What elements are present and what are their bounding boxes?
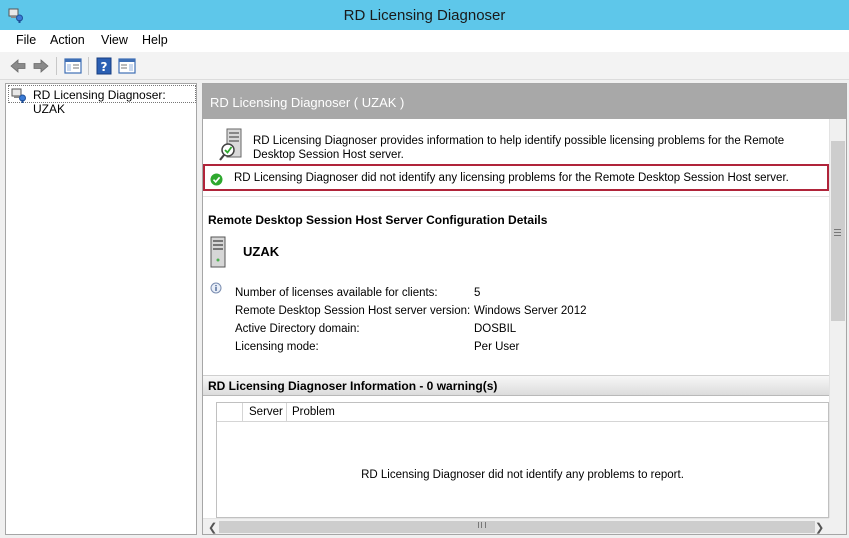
status-text: RD Licensing Diagnoser did not identify … [234, 172, 789, 184]
tree-item-root[interactable]: RD Licensing Diagnoser: UZAK [8, 85, 196, 116]
server-diagnostic-icon [219, 128, 242, 161]
tree-item-label: RD Licensing Diagnoser: UZAK [33, 88, 166, 116]
scroll-right-icon[interactable]: ❯ [815, 521, 824, 534]
list-header: Server Problem [217, 403, 828, 422]
menu-file[interactable]: File [16, 33, 36, 47]
pane-header: RD Licensing Diagnoser ( UZAK ) [203, 84, 846, 119]
scroll-left-icon[interactable]: ❮ [208, 521, 217, 534]
title-bar: RD Licensing Diagnoser [0, 0, 849, 30]
window-title: RD Licensing Diagnoser [343, 7, 506, 24]
menu-view[interactable]: View [101, 33, 128, 47]
server-name: UZAK [243, 244, 280, 259]
check-circle-icon [210, 173, 223, 186]
console-tree: RD Licensing Diagnoser: UZAK [5, 83, 197, 535]
divider [203, 196, 829, 197]
config-label: Licensing mode: [235, 341, 319, 353]
menu-action[interactable]: Action [50, 33, 85, 47]
forward-arrow-icon[interactable] [31, 56, 51, 76]
config-label: Number of licenses available for clients… [235, 287, 438, 299]
help-icon[interactable]: ? [94, 56, 114, 76]
config-value: 5 [474, 287, 481, 299]
intro-description: RD Licensing Diagnoser provides informat… [253, 135, 785, 161]
column-header-problem[interactable]: Problem [292, 406, 335, 418]
rd-licensing-icon [11, 88, 26, 103]
pane-header-title: RD Licensing Diagnoser ( UZAK ) [210, 95, 405, 110]
status-message: RD Licensing Diagnoser did not identify … [203, 164, 829, 191]
config-value: Per User [474, 341, 520, 353]
scrollbar-grip [834, 229, 841, 230]
config-value: Windows Server 2012 [474, 305, 587, 317]
menu-help[interactable]: Help [142, 33, 168, 47]
scrollbar-thumb[interactable] [219, 521, 815, 533]
toolbar-separator [88, 57, 89, 75]
horizontal-scrollbar[interactable]: ❮ ❯ [203, 518, 829, 534]
info-icon [210, 282, 222, 294]
column-separator[interactable] [286, 403, 287, 422]
scrollbar-grip [478, 522, 486, 528]
scrollbar-grip [834, 235, 841, 236]
config-label: Remote Desktop Session Host server versi… [235, 305, 471, 317]
console-tree-icon[interactable] [63, 56, 83, 76]
column-separator[interactable] [242, 403, 243, 422]
scrollbar-corner [829, 518, 846, 534]
server-icon [210, 236, 226, 268]
toolbar-separator [56, 57, 57, 75]
menu-bar: File Action View Help [0, 30, 849, 52]
svg-text:?: ? [101, 60, 108, 74]
config-value: DOSBIL [474, 323, 517, 335]
vertical-scrollbar[interactable] [829, 119, 846, 519]
back-arrow-icon[interactable] [8, 56, 28, 76]
scrollbar-grip [834, 232, 841, 233]
problems-list[interactable]: Server Problem RD Licensing Diagnoser di… [216, 402, 829, 518]
config-label: Active Directory domain: [235, 323, 360, 335]
empty-list-message: RD Licensing Diagnoser did not identify … [361, 469, 684, 481]
scrollbar-thumb[interactable] [831, 141, 845, 321]
info-section-title: RD Licensing Diagnoser Information - 0 w… [208, 379, 498, 393]
config-section-title: Remote Desktop Session Host Server Confi… [208, 213, 548, 227]
results-pane: RD Licensing Diagnoser ( UZAK ) RD Licen… [202, 83, 847, 535]
info-section-header: RD Licensing Diagnoser Information - 0 w… [203, 375, 829, 396]
toolbar: ? [0, 52, 849, 80]
action-pane-icon[interactable] [117, 56, 137, 76]
column-header-server[interactable]: Server [249, 406, 283, 418]
